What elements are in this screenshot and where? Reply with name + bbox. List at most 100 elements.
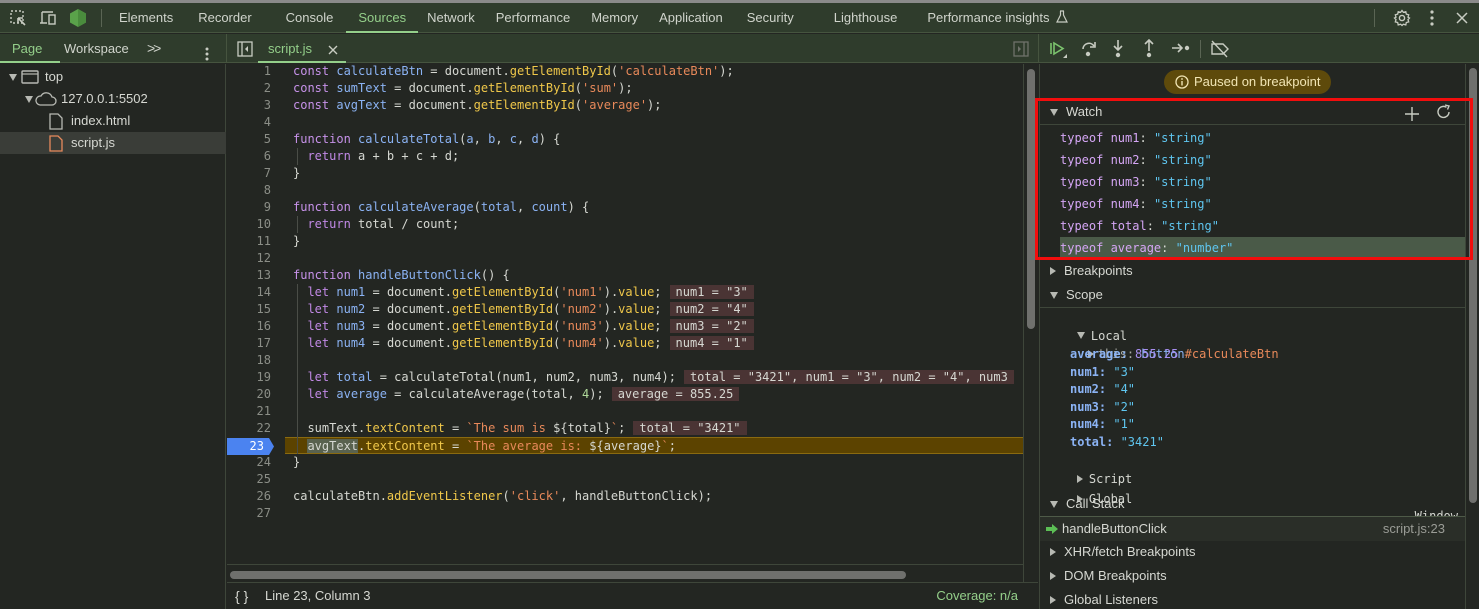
tab-performance-insights[interactable]: Performance insights	[918, 3, 1077, 33]
line-number[interactable]: 6	[227, 148, 271, 165]
tab-performance[interactable]: Performance	[487, 3, 579, 33]
coverage-status[interactable]: Coverage: n/a	[936, 583, 1018, 609]
line-number[interactable]: 13	[227, 267, 271, 284]
pretty-print-icon[interactable]: { }	[235, 583, 248, 609]
code-line[interactable]: 24}	[227, 454, 1023, 471]
toggle-debugger-sidebar-icon[interactable]	[1013, 41, 1029, 60]
line-number[interactable]: 26	[227, 488, 271, 505]
code-line[interactable]: 25	[227, 471, 1023, 488]
scope-section-header[interactable]: Scope	[1040, 283, 1465, 307]
code-line[interactable]: 9 function calculateAverage(total, count)…	[227, 199, 1023, 216]
add-watch-icon[interactable]	[1405, 105, 1419, 129]
code-line[interactable]: 11}	[227, 233, 1023, 250]
step-over-icon[interactable]	[1080, 40, 1098, 61]
line-number[interactable]: 9	[227, 199, 271, 216]
scope-this-row[interactable]: this: button#calculateBtn	[1059, 328, 1279, 361]
tab-network[interactable]: Network	[418, 3, 484, 33]
code-line[interactable]: 27	[227, 505, 1023, 522]
scope-variable-row[interactable]: num3: "2"	[1070, 399, 1135, 417]
code-line[interactable]: 6 return a + b + c + d;	[227, 148, 1023, 165]
breakpoint-marker[interactable]: 23	[227, 438, 274, 455]
step-into-icon[interactable]	[1111, 39, 1125, 62]
code-line[interactable]: 16 let num3 = document.getElementById('n…	[227, 318, 1023, 335]
device-toolbar-icon[interactable]	[33, 3, 63, 33]
code-line[interactable]: 21	[227, 403, 1023, 420]
tab-lighthouse[interactable]: Lighthouse	[825, 3, 907, 33]
editor-horizontal-scrollbar[interactable]	[227, 564, 1023, 582]
tab-sources[interactable]: Sources	[346, 3, 418, 33]
line-number[interactable]: 8	[227, 182, 271, 199]
editor-vertical-scrollbar[interactable]	[1023, 64, 1038, 582]
line-number[interactable]: 1	[227, 64, 271, 80]
line-number[interactable]: 20	[227, 386, 271, 403]
deactivate-breakpoints-icon[interactable]	[1210, 40, 1230, 61]
line-number[interactable]: 17	[227, 335, 271, 352]
line-number[interactable]: 3	[227, 97, 271, 114]
tab-page[interactable]: Page	[0, 34, 61, 63]
line-number[interactable]: 18	[227, 352, 271, 369]
line-number[interactable]: 2	[227, 80, 271, 97]
gear-icon[interactable]	[1387, 3, 1417, 33]
watch-expression-row[interactable]: typeof average: "number"	[1060, 237, 1465, 259]
code-line[interactable]: 2 const sumText = document.getElementById…	[227, 80, 1023, 97]
toggle-navigator-icon[interactable]	[237, 41, 253, 60]
call-frame-location[interactable]: script.js:23	[1383, 517, 1445, 541]
scope-variable-row[interactable]: num4: "1"	[1070, 416, 1135, 434]
code-line[interactable]: 19 let total = calculateTotal(num1, num2…	[227, 369, 1023, 386]
tree-item-top[interactable]: top	[0, 66, 226, 88]
code-line[interactable]: 14 let num1 = document.getElementById('n…	[227, 284, 1023, 301]
tree-item-origin[interactable]: 127.0.0.1:5502	[0, 88, 226, 110]
code-line[interactable]: 26 calculateBtn.addEventListener('click',…	[227, 488, 1023, 505]
dom-breakpoints-section-header[interactable]: DOM Breakpoints	[1040, 564, 1465, 588]
editor-tab-script-js[interactable]: script.js	[258, 34, 346, 63]
tab-memory[interactable]: Memory	[582, 3, 647, 33]
code-line[interactable]: 7}	[227, 165, 1023, 182]
code-line[interactable]: 23 avgText.textContent = `The average is…	[227, 437, 1023, 455]
code-editor[interactable]: 1 const calculateBtn = document.getElemen…	[227, 64, 1038, 582]
code-line[interactable]: 5 function calculateTotal(a, b, c, d) {	[227, 131, 1023, 148]
code-line[interactable]: 18	[227, 352, 1023, 369]
debugger-sidebar-scrollbar[interactable]	[1465, 64, 1479, 609]
code-line[interactable]: 10 return total / count;	[227, 216, 1023, 233]
expand-arrow-icon[interactable]	[25, 95, 33, 103]
global-listeners-section-header[interactable]: Global Listeners	[1040, 588, 1465, 609]
code-line[interactable]: 20 let average = calculateAverage(total,…	[227, 386, 1023, 403]
line-number[interactable]: 10	[227, 216, 271, 233]
scope-script-header[interactable]: Script	[1048, 453, 1132, 486]
close-tab-icon[interactable]	[328, 43, 338, 58]
expand-arrow-icon[interactable]	[9, 73, 17, 81]
line-number[interactable]: 14	[227, 284, 271, 301]
line-number[interactable]: 15	[227, 301, 271, 318]
line-number[interactable]: 21	[227, 403, 271, 420]
line-number[interactable]: 4	[227, 114, 271, 131]
scrollbar-thumb[interactable]	[230, 571, 906, 579]
tab-security[interactable]: Security	[738, 3, 803, 33]
tab-elements[interactable]: Elements	[110, 3, 182, 33]
tab-recorder[interactable]: Recorder	[189, 3, 260, 33]
code-line[interactable]: 4	[227, 114, 1023, 131]
line-number[interactable]: 22	[227, 420, 271, 437]
inspect-element-icon[interactable]	[3, 3, 33, 33]
step-icon[interactable]	[1171, 41, 1191, 58]
line-number[interactable]: 11	[227, 233, 271, 250]
tree-item-index-html[interactable]: index.html	[0, 110, 226, 132]
line-number[interactable]: 24	[227, 454, 271, 471]
step-out-icon[interactable]	[1142, 38, 1156, 62]
tab-console[interactable]: Console	[277, 3, 343, 33]
call-frame-row[interactable]: handleButtonClick script.js:23	[1040, 517, 1465, 541]
resume-icon[interactable]	[1049, 40, 1069, 61]
line-number[interactable]: 5	[227, 131, 271, 148]
scope-local-header[interactable]: Local	[1048, 310, 1127, 343]
line-number[interactable]: 16	[227, 318, 271, 335]
breakpoints-section-header[interactable]: Breakpoints	[1040, 259, 1465, 283]
tab-workspace[interactable]: Workspace	[64, 34, 129, 63]
line-number[interactable]: 12	[227, 250, 271, 267]
scope-variable-row[interactable]: average: 855.25	[1070, 346, 1178, 364]
scope-variable-row[interactable]: total: "3421"	[1070, 434, 1164, 452]
scrollbar-thumb[interactable]	[1469, 68, 1477, 503]
navigator-menu-button[interactable]	[205, 42, 209, 61]
watch-expression-row[interactable]: typeof num3: "string"	[1060, 171, 1465, 193]
code-line[interactable]: 17 let num4 = document.getElementById('n…	[227, 335, 1023, 352]
code-line[interactable]: 8	[227, 182, 1023, 199]
line-number[interactable]: 7	[227, 165, 271, 182]
